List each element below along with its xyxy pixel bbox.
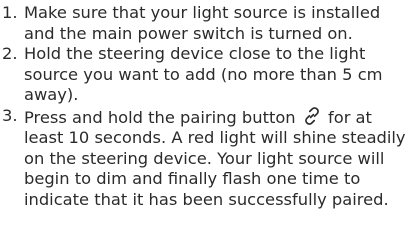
step-text: Press and hold the pairing button for at… [24,106,412,211]
step-number: 3. [2,105,18,125]
instructions: 1. Make sure that your light source is i… [2,3,412,210]
step-2: 2. Hold the steering device close to the… [2,44,412,106]
step-1: 1. Make sure that your light source is i… [2,3,412,44]
step-3: 3. Press and hold the pairing button for… [2,106,412,211]
step-number: 1. [2,3,18,22]
steps-list: 1. Make sure that your light source is i… [2,3,412,210]
link-icon [302,106,322,126]
step-number: 2. [2,44,18,63]
step-text-before-icon: Press and hold the pairing button [24,107,296,127]
step-text: Make sure that your light source is inst… [24,3,381,43]
step-text: Hold the steering device close to the li… [24,44,383,104]
